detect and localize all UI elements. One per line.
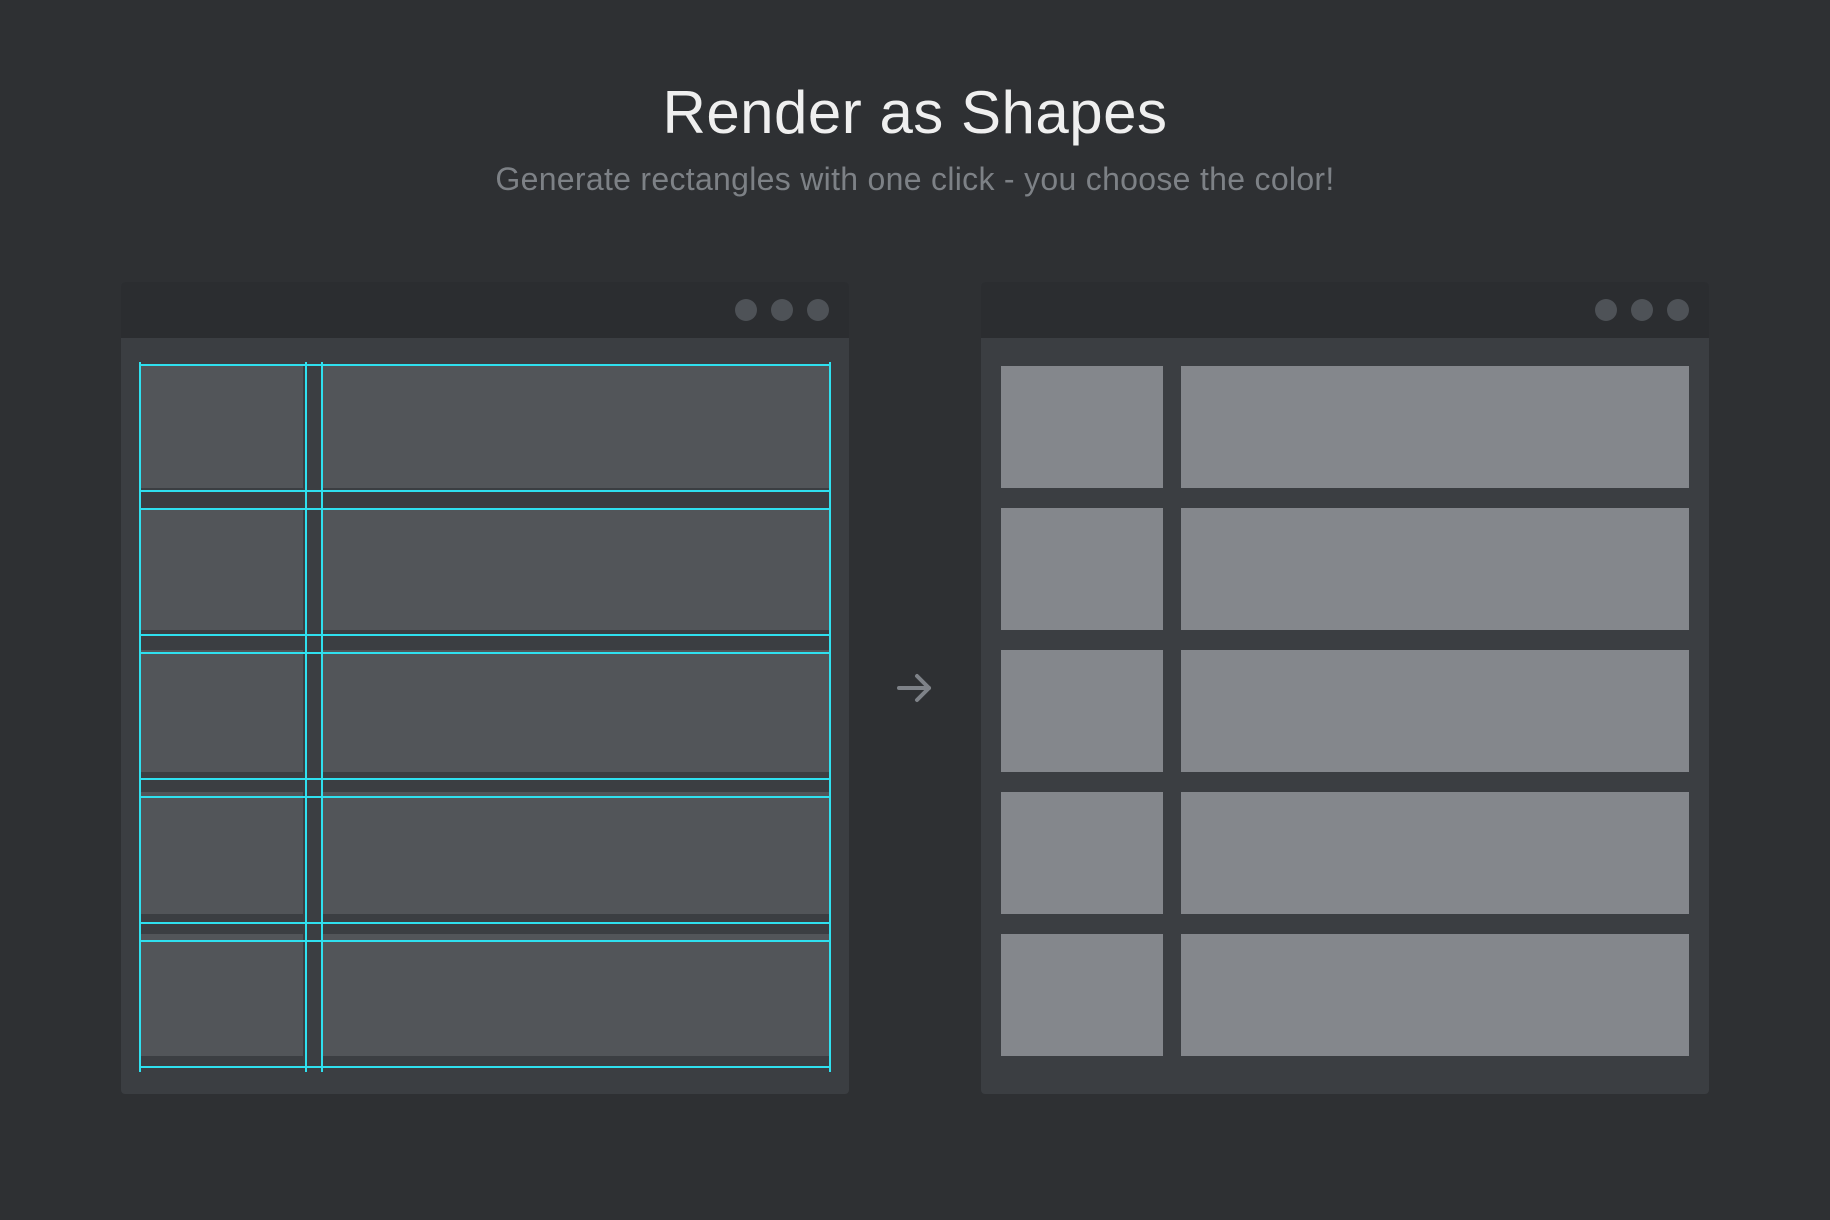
guide-cell-big (321, 934, 829, 1056)
guide-line-vertical (829, 362, 831, 1072)
guide-cell-small (141, 934, 303, 1056)
shape-rect-small (1001, 508, 1163, 630)
window-dot-icon (807, 299, 829, 321)
window-after (981, 282, 1709, 1094)
guide-cell-small (141, 650, 303, 772)
header: Render as Shapes Generate rectangles wit… (495, 78, 1334, 198)
window-before-titlebar (121, 282, 849, 338)
window-dot-icon (1667, 299, 1689, 321)
window-dot-icon (1631, 299, 1653, 321)
guide-cell-small (141, 508, 303, 630)
window-dot-icon (735, 299, 757, 321)
shape-rect-big (1181, 508, 1689, 630)
shape-rect-small (1001, 650, 1163, 772)
guide-row (141, 792, 829, 914)
guide-line-horizontal (139, 490, 831, 492)
shape-rect-small (1001, 792, 1163, 914)
guide-row (141, 934, 829, 1056)
page-subtitle: Generate rectangles with one click - you… (495, 161, 1334, 198)
arrow-icon (889, 662, 941, 714)
shape-row (1001, 934, 1689, 1056)
window-before (121, 282, 849, 1094)
guide-line-horizontal (139, 634, 831, 636)
guide-row (141, 650, 829, 772)
window-before-content (121, 338, 849, 1094)
guide-line-horizontal (139, 778, 831, 780)
shape-row (1001, 508, 1689, 630)
window-dot-icon (1595, 299, 1617, 321)
guide-cell-big (321, 508, 829, 630)
diagram-page: Render as Shapes Generate rectangles wit… (0, 0, 1830, 1220)
guide-line-horizontal (139, 1066, 831, 1068)
page-title: Render as Shapes (495, 78, 1334, 147)
window-after-titlebar (981, 282, 1709, 338)
shape-rect-small (1001, 366, 1163, 488)
window-dot-icon (771, 299, 793, 321)
comparison-stage (0, 282, 1830, 1094)
guide-row (141, 366, 829, 488)
guide-cell-small (141, 366, 303, 488)
shape-rect-big (1181, 934, 1689, 1056)
shape-rect-big (1181, 792, 1689, 914)
window-after-content (981, 338, 1709, 1094)
shape-row (1001, 650, 1689, 772)
shape-rect-big (1181, 366, 1689, 488)
guide-row (141, 508, 829, 630)
shape-row (1001, 792, 1689, 914)
shape-rect-small (1001, 934, 1163, 1056)
guide-cell-big (321, 650, 829, 772)
guide-cell-big (321, 792, 829, 914)
shape-rect-big (1181, 650, 1689, 772)
shape-row (1001, 366, 1689, 488)
guide-cell-small (141, 792, 303, 914)
guide-line-horizontal (139, 922, 831, 924)
guide-cell-big (321, 366, 829, 488)
